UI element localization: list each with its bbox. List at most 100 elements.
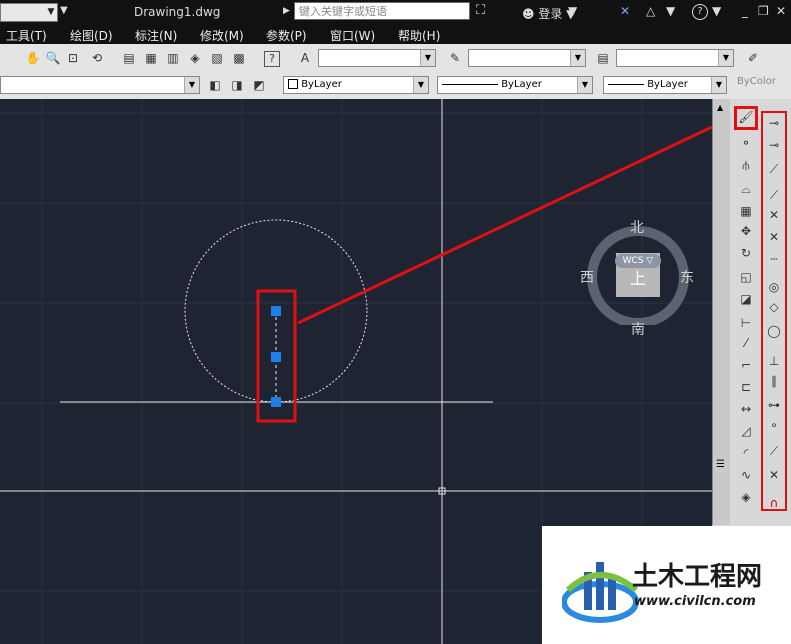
color-value: ByLayer [301, 79, 342, 90]
workspace-combo[interactable]: ▼ [0, 3, 58, 22]
stretch-icon[interactable]: ◪ [737, 291, 755, 307]
restore-icon[interactable]: ❐ [758, 4, 769, 18]
pan-icon[interactable]: ✋ [24, 49, 42, 67]
make-current-icon[interactable]: ◨ [228, 76, 246, 94]
blend-icon[interactable]: ∿ [737, 467, 755, 483]
exchange-icon[interactable]: ✕ [620, 4, 630, 18]
watermark-emblem [562, 562, 639, 623]
grip-top[interactable] [271, 306, 281, 316]
scroll-thumb[interactable]: ☰ [716, 459, 725, 470]
menu-item-draw[interactable]: 绘图(D) [70, 27, 113, 44]
sheet-set-icon[interactable]: ◈ [186, 49, 204, 67]
plotstyle-value: ByColor [737, 76, 776, 87]
extend-icon[interactable]: ⁄ [737, 335, 755, 351]
text-style-icon[interactable]: A [296, 49, 314, 67]
table-style-icon[interactable]: ▤ [594, 49, 612, 67]
text-style-combo[interactable]: ▼ [318, 49, 436, 67]
break-at-point-icon[interactable]: ↔ [737, 401, 755, 417]
layer-previous-icon[interactable]: ◩ [250, 76, 268, 94]
menu-item-help[interactable]: 帮助(H) [398, 27, 440, 44]
help-icon[interactable]: ? [692, 4, 708, 20]
lineweight-value: ByLayer [647, 79, 688, 90]
fillet-icon[interactable]: ◜ [737, 445, 755, 461]
zoom-previous-icon[interactable]: ⟲ [88, 49, 106, 67]
close-icon[interactable]: ✕ [776, 4, 786, 18]
title-bar: ▼ ▼ Drawing1.dwg ▶ 键入关键字或短语 ⛶ ☻ 登录 ▼ ▼ ✕… [0, 0, 791, 24]
linetype-combo[interactable]: ByLayer ▼ [437, 76, 593, 94]
menu-item-tools[interactable]: 工具(T) [6, 27, 47, 44]
dim-style-combo[interactable]: ▼ [468, 49, 586, 67]
highlight-box-snap-toolbar [761, 111, 787, 511]
chevron-down-icon: ▼ [420, 50, 435, 66]
search-input[interactable]: 键入关键字或短语 [294, 2, 470, 20]
help-toolbar-icon[interactable]: ? [264, 51, 280, 67]
viewcube[interactable]: 北 南 西 东 上 [580, 220, 694, 338]
menu-item-parametric[interactable]: 参数(P) [266, 27, 307, 44]
dim-style-icon[interactable]: ✎ [446, 49, 464, 67]
color-swatch [288, 79, 298, 89]
offset-icon[interactable]: ⌓ [737, 181, 755, 197]
join-icon[interactable]: ⊏ [737, 379, 755, 395]
scroll-up-icon[interactable]: ▲ [717, 103, 723, 112]
layer-combo[interactable]: ▼ [0, 76, 200, 94]
scale-icon[interactable]: ◱ [737, 269, 755, 285]
mirror-icon[interactable]: ⫛ [737, 157, 755, 173]
linetype-value: ByLayer [501, 79, 542, 90]
watermark-logo: 土木工程网 www.civilcn.com [542, 526, 791, 644]
linetype-sample [442, 83, 498, 85]
menu-item-modify[interactable]: 修改(M) [200, 27, 244, 44]
cart-icon[interactable]: ▼ [568, 4, 577, 18]
help-dropdown-icon[interactable]: ▼ [712, 4, 721, 18]
expand-arrow-icon[interactable]: ▶ [283, 6, 290, 16]
menu-item-dimension[interactable]: 标注(N) [135, 27, 177, 44]
copy-icon[interactable]: ⚬ [737, 135, 755, 151]
chamfer-icon[interactable]: ◿ [737, 423, 755, 439]
design-center-icon[interactable]: ▦ [142, 49, 160, 67]
binoculars-icon[interactable]: ⛶ [476, 3, 485, 18]
properties-icon[interactable]: ▤ [120, 49, 138, 67]
chevron-down-icon: ▼ [711, 77, 726, 93]
vertical-scrollbar[interactable]: ▲ ☰ [712, 99, 730, 525]
viewcube-top-face[interactable]: 上 [630, 265, 646, 289]
standard-toolbar: ✋ 🔍 ⊡ ⟲ ▤ ▦ ▥ ◈ ▧ ▩ ? A ▼ ✎ ▼ ▤ ▼ ✐ [0, 44, 791, 73]
chevron-down-icon: ▼ [718, 50, 733, 66]
viewcube-north[interactable]: 北 [630, 217, 644, 237]
color-combo[interactable]: ByLayer ▼ [283, 76, 429, 94]
lineweight-combo[interactable]: ByLayer ▼ [603, 76, 727, 94]
chevron-down-icon: ▼ [413, 77, 428, 93]
menu-item-window[interactable]: 窗口(W) [330, 27, 375, 44]
layers-toolbar: ▼ ◧ ◨ ◩ ByLayer ▼ ByLayer ▼ ByLayer ▼ By… [0, 72, 791, 100]
break-icon[interactable]: ⌐ [737, 357, 755, 373]
rotate-icon[interactable]: ↻ [737, 245, 755, 261]
highlight-box-match-properties [734, 106, 758, 130]
markup-icon[interactable]: ▧ [208, 49, 226, 67]
minimize-icon[interactable]: _ [742, 4, 748, 18]
trim-icon[interactable]: ⊢ [737, 315, 755, 331]
viewcube-east[interactable]: 东 [680, 267, 694, 287]
move-icon[interactable]: ✥ [737, 223, 755, 239]
watermark-title: 土木工程网 [632, 562, 763, 592]
explode-icon[interactable]: ◈ [737, 489, 755, 505]
tool-palettes-icon[interactable]: ▥ [164, 49, 182, 67]
multileader-style-icon[interactable]: ✐ [744, 49, 762, 67]
array-icon[interactable]: ▦ [737, 203, 755, 219]
grip-bottom[interactable] [271, 397, 281, 407]
layer-state-icon[interactable]: ◧ [206, 76, 224, 94]
chevron-down-icon: ▼ [570, 50, 585, 66]
zoom-window-icon[interactable]: ⊡ [64, 49, 82, 67]
menu-bar: 工具(T) 绘图(D) 标注(N) 修改(M) 参数(P) 窗口(W) 帮助(H… [0, 24, 791, 66]
lineweight-sample [608, 83, 644, 85]
zoom-realtime-icon[interactable]: 🔍 [44, 49, 62, 67]
grip-middle[interactable] [271, 352, 281, 362]
login-label: 登录 [538, 7, 563, 21]
triangle-icon[interactable]: △ [646, 4, 655, 18]
chevron-down-icon: ▼ [184, 77, 199, 93]
viewcube-west[interactable]: 西 [580, 267, 594, 287]
dropdown-icon[interactable]: ▼ [666, 4, 675, 18]
quick-access-dropdown-icon[interactable]: ▼ [60, 5, 68, 16]
wcs-menu[interactable]: WCS ▽ [615, 254, 661, 268]
viewcube-south[interactable]: 南 [631, 319, 645, 339]
chevron-down-icon: ▼ [47, 7, 55, 17]
calculator-icon[interactable]: ▩ [230, 49, 248, 67]
table-style-combo[interactable]: ▼ [616, 49, 734, 67]
